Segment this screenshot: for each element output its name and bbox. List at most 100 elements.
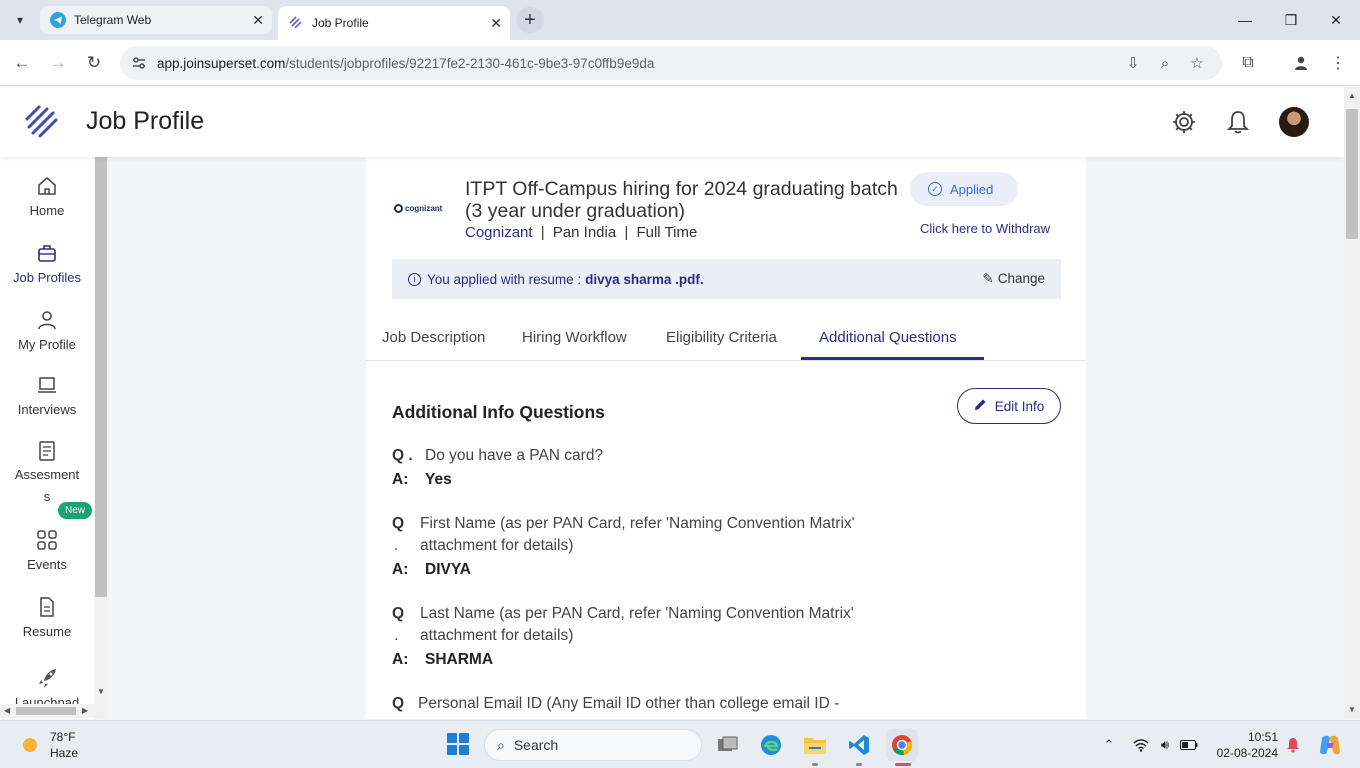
tab-title: Telegram Web: [74, 13, 152, 27]
section-title: Additional Info Questions: [392, 402, 605, 422]
browser-menu-icon[interactable]: ⋮: [1326, 51, 1350, 75]
resume-notice: i You applied with resume : divya sharma…: [392, 259, 1061, 299]
page-vertical-scrollbar[interactable]: ▲ ▼: [1344, 87, 1360, 719]
question-item: Q Personal Email ID (Any Email ID other t…: [392, 693, 912, 715]
tab-job-description[interactable]: Job Description: [382, 329, 485, 346]
answer-label: A:: [392, 651, 409, 668]
scrollbar-thumb[interactable]: [1346, 109, 1358, 239]
running-indicator: [856, 763, 862, 766]
sidebar-item-resume[interactable]: Resume: [0, 596, 94, 639]
wifi-icon[interactable]: [1131, 735, 1151, 755]
profile-icon[interactable]: [1289, 51, 1313, 75]
task-view-icon[interactable]: [712, 729, 744, 761]
bookmark-star-icon[interactable]: ☆: [1187, 53, 1207, 73]
scroll-up-arrow-icon[interactable]: ▲: [1348, 91, 1356, 100]
question-text: Personal Email ID (Any Email ID other th…: [418, 695, 840, 712]
tray-overflow-chevron-icon[interactable]: ⌃: [1099, 735, 1119, 755]
windows-taskbar: 78°F Haze ⌕ Search ⌃ 🔊︎ 10:51 02-08-2024: [0, 720, 1360, 768]
gear-icon[interactable]: [1169, 107, 1199, 137]
job-meta: Cognizant | Pan India | Full Time: [465, 224, 697, 241]
tab-additional-questions[interactable]: Additional Questions: [819, 329, 957, 346]
scroll-down-arrow-icon[interactable]: ▼: [1348, 705, 1356, 714]
file-explorer-icon[interactable]: [799, 729, 831, 761]
battery-icon[interactable]: [1179, 735, 1199, 755]
sidebar-horizontal-scrollbar[interactable]: ◀ ▶: [0, 704, 94, 718]
company-logo-text: cognizant: [405, 203, 443, 213]
sidebar-item-interviews[interactable]: Interviews: [0, 374, 94, 417]
job-title-line2: (3 year under graduation): [465, 200, 686, 222]
job-location: Pan India: [552, 224, 617, 241]
sidebar-item-job-profiles[interactable]: Job Profiles: [0, 242, 94, 285]
scroll-down-arrow-icon[interactable]: ▼: [97, 687, 105, 696]
scroll-right-arrow-icon[interactable]: ▶: [82, 706, 88, 715]
url-path: /students/jobprofiles/92217fe2-2130-461c…: [285, 55, 655, 71]
system-clock[interactable]: 10:51 02-08-2024: [1212, 729, 1278, 761]
scroll-left-arrow-icon[interactable]: ◀: [4, 706, 10, 715]
bell-icon[interactable]: [1223, 107, 1253, 137]
content-tabs: Job Description Hiring Workflow Eligibil…: [366, 317, 1086, 361]
close-window-icon[interactable]: ✕: [1324, 8, 1348, 32]
scrollbar-thumb[interactable]: [16, 707, 76, 715]
sidebar-item-events[interactable]: Events: [0, 529, 94, 572]
laptop-icon: [38, 377, 56, 393]
telegram-icon: [50, 12, 66, 28]
notification-bell-icon[interactable]: [1283, 735, 1303, 755]
windows-start-icon[interactable]: [447, 733, 469, 755]
close-tab-icon[interactable]: ✕: [490, 15, 502, 32]
extensions-icon[interactable]: ⧉: [1236, 51, 1260, 75]
restore-icon[interactable]: ❐: [1279, 8, 1303, 32]
briefcase-icon: [38, 245, 56, 262]
weather-sun-icon[interactable]: [18, 733, 42, 757]
resume-notice-prefix: You applied with resume :: [427, 271, 582, 287]
superset-favicon-icon: [288, 15, 304, 31]
clock-time: 10:51: [1247, 730, 1278, 744]
vscode-icon[interactable]: [843, 729, 875, 761]
zoom-icon[interactable]: ⌕: [1155, 53, 1175, 73]
url-host: app.joinsuperset.com: [157, 55, 286, 71]
sidebar-item-home[interactable]: Home: [0, 175, 94, 218]
volume-icon[interactable]: 🔊︎: [1155, 735, 1175, 755]
tab-eligibility-criteria[interactable]: Eligibility Criteria: [666, 329, 777, 346]
copilot-icon[interactable]: [1318, 735, 1342, 755]
forward-icon[interactable]: →: [46, 51, 70, 75]
avatar[interactable]: [1279, 107, 1309, 137]
sidebar-item-assesments[interactable]: Assesment s: [0, 440, 94, 508]
sidebar-item-label: My Profile: [18, 337, 76, 352]
sidebar-vertical-scrollbar[interactable]: ▼: [94, 157, 108, 719]
person-icon: [38, 311, 56, 330]
withdraw-link[interactable]: Click here to Withdraw: [920, 221, 1050, 236]
search-icon: ⌕: [497, 736, 505, 753]
edge-browser-icon[interactable]: [755, 729, 787, 761]
app-header: Job Profile: [0, 87, 1344, 157]
page-title: Job Profile: [86, 107, 205, 135]
change-label: Change: [997, 271, 1045, 286]
check-circle-icon: ✓: [928, 182, 942, 196]
job-profile-card: cognizant ITPT Off-Campus hiring for 202…: [366, 157, 1086, 719]
sidebar-item-my-profile[interactable]: My Profile: [0, 309, 94, 352]
install-app-icon[interactable]: ⇩: [1123, 53, 1143, 73]
answer-text: DIVYA: [425, 561, 471, 578]
superset-logo-icon[interactable]: [24, 104, 60, 140]
back-icon[interactable]: ←: [10, 51, 34, 75]
company-link[interactable]: Cognizant: [465, 224, 533, 241]
tab-telegram-web[interactable]: Telegram Web ✕: [40, 6, 272, 34]
change-resume-button[interactable]: ✎ Change: [982, 271, 1045, 287]
chrome-icon[interactable]: [886, 729, 918, 761]
weather-condition[interactable]: Haze: [50, 746, 78, 760]
tab-job-profile[interactable]: Job Profile ✕: [278, 6, 510, 40]
tab-search-chevron-icon[interactable]: ▾: [8, 8, 32, 32]
scrollbar-thumb[interactable]: [95, 157, 107, 597]
job-title: ITPT Off-Campus hiring for 2024 graduati…: [465, 178, 915, 222]
url-omnibox[interactable]: app.joinsuperset.com/students/jobprofile…: [120, 46, 1222, 80]
new-tab-button[interactable]: +: [516, 7, 544, 33]
active-app-indicator: [895, 763, 911, 766]
edit-info-button[interactable]: Edit Info: [957, 388, 1061, 424]
weather-temperature[interactable]: 78°F: [50, 730, 75, 744]
reload-icon[interactable]: ↻: [82, 51, 106, 75]
tab-hiring-workflow[interactable]: Hiring Workflow: [522, 329, 627, 346]
site-settings-icon[interactable]: [130, 54, 148, 72]
close-tab-icon[interactable]: ✕: [252, 12, 264, 29]
minimize-icon[interactable]: —: [1233, 8, 1257, 32]
tab-title: Job Profile: [312, 16, 369, 30]
taskbar-search[interactable]: ⌕ Search: [484, 729, 702, 761]
